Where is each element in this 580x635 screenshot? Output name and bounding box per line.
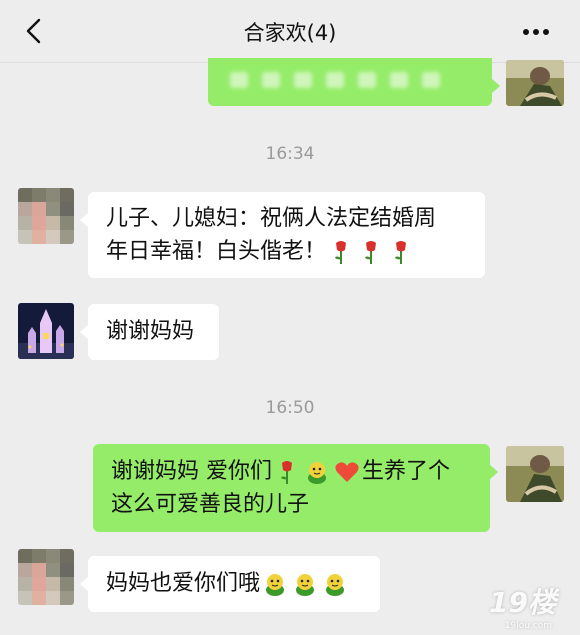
avatar-castle[interactable] [18, 303, 74, 359]
avatar-self[interactable] [506, 446, 564, 502]
sent-message-bubble-blurred[interactable] [208, 58, 500, 106]
message-text-line: 谢谢妈妈 爱你们 生养了个 [111, 455, 472, 488]
chat-header: 合家欢(4) [0, 0, 580, 63]
avatar-mother[interactable] [18, 549, 74, 605]
rose-icon [335, 240, 347, 264]
watermark-text: 19楼 [489, 586, 556, 619]
avatar-self[interactable] [506, 60, 564, 106]
message-text-line: 年日幸福！白头偕老！ [106, 235, 467, 268]
message-text-line: 儿子、儿媳妇：祝俩人法定结婚周 [106, 206, 437, 231]
watermark-subtext: 19lou.com [504, 621, 552, 631]
received-message-bubble[interactable]: 儿子、儿媳妇：祝俩人法定结婚周 年日幸福！白头偕老！ [80, 192, 485, 278]
message-text-line: 妈妈也爱你们哦 [106, 567, 362, 600]
rose-icon [395, 240, 407, 264]
message-text: 年日幸福！白头偕老！ [106, 239, 327, 264]
message-text: 妈妈也爱你们哦 [106, 571, 261, 596]
message-text: 生养了个 [362, 459, 451, 484]
frog-icon [326, 573, 345, 596]
avatar-mother[interactable] [18, 188, 74, 244]
frog-icon [308, 461, 326, 484]
rose-icon [365, 240, 377, 264]
timestamp: 16:50 [265, 398, 315, 418]
received-message-bubble[interactable]: 妈妈也爱你们哦 [80, 556, 380, 612]
frog-icon [296, 573, 315, 596]
timestamp: 16:34 [265, 144, 315, 164]
heart-icon [335, 461, 359, 482]
message-text: 谢谢妈妈 [106, 319, 195, 344]
blurred-text [230, 72, 440, 88]
frog-icon [266, 573, 285, 596]
rose-icon [281, 460, 292, 484]
message-text: 谢谢妈妈 爱你们 [111, 459, 272, 484]
chat-title: 合家欢(4) [243, 21, 337, 45]
more-dots-icon[interactable] [522, 28, 550, 36]
site-watermark: 19楼 19lou.com [489, 581, 556, 631]
received-message-bubble[interactable]: 谢谢妈妈 [80, 304, 219, 360]
sent-message-bubble[interactable]: 谢谢妈妈 爱你们 生养了个 这么可爱善良的儿子 [93, 444, 498, 532]
message-text-line: 这么可爱善良的儿子 [111, 492, 310, 517]
